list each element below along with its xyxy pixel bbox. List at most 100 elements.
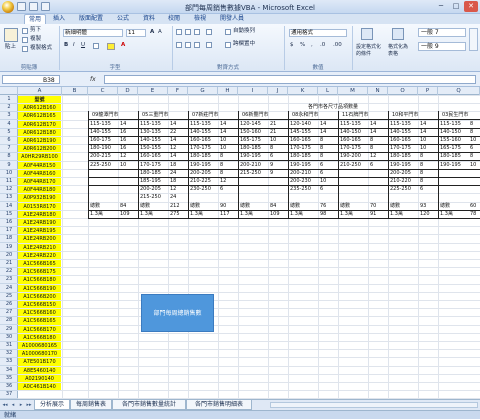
close-button[interactable]: ✕ — [464, 1, 478, 12]
size-range-cell[interactable]: 190-195 — [240, 152, 261, 160]
size-count-cell[interactable]: 8 — [220, 161, 223, 169]
size-range-cell[interactable]: 180-185 — [140, 169, 161, 177]
column-header[interactable]: A — [18, 87, 62, 95]
model-header-cell[interactable]: 型號 — [18, 96, 61, 104]
model-cell[interactable]: A0F44R8160 — [18, 169, 61, 177]
prev-sheet-button[interactable]: ◂ — [10, 402, 16, 408]
paste-icon[interactable] — [4, 28, 18, 42]
column-header[interactable]: G — [188, 87, 218, 95]
size-range-cell[interactable]: 200-205 — [390, 169, 411, 177]
model-cell[interactable]: A1E24RB190 — [18, 219, 61, 227]
model-cell[interactable]: A1C566B180 — [18, 333, 61, 341]
size-count-cell[interactable]: 8 — [320, 136, 323, 144]
size-count-cell[interactable]: 6 — [220, 185, 223, 193]
merge-center-button[interactable]: 跨欄置中 — [233, 41, 255, 48]
cut-button[interactable]: 剪下 — [30, 27, 41, 34]
column-header[interactable]: M — [338, 87, 368, 95]
size-range-cell[interactable]: 115-135 — [340, 120, 361, 128]
size-range-cell[interactable]: 115-135 — [190, 120, 211, 128]
size-count-cell[interactable]: 6 — [320, 169, 323, 177]
copy-button[interactable]: 複製 — [30, 36, 41, 43]
size-count-cell[interactable]: 12 — [370, 152, 376, 160]
model-cell[interactable]: A02190140 — [18, 374, 61, 382]
wrap-text-button[interactable]: 自動換列 — [233, 28, 255, 35]
model-cell[interactable]: A1C566B165 — [18, 260, 61, 268]
model-cell[interactable]: A1000680170 — [18, 350, 61, 358]
comma-icon[interactable]: , — [311, 42, 313, 49]
model-cell[interactable]: A0HR29RB100 — [18, 153, 61, 161]
size-count-cell[interactable]: 6 — [320, 185, 323, 193]
model-cell[interactable]: A0R612B190 — [18, 137, 61, 145]
column-header[interactable]: H — [218, 87, 238, 95]
size-count-cell[interactable]: 10 — [420, 144, 426, 152]
size-count-cell[interactable]: 14 — [220, 120, 226, 128]
horizontal-scrollbar[interactable] — [270, 402, 478, 408]
styles-scroll[interactable] — [469, 28, 478, 51]
column-header[interactable]: J — [268, 87, 288, 95]
model-cell[interactable]: A0C461B140 — [18, 383, 61, 391]
size-count-cell[interactable]: 8 — [420, 177, 423, 185]
size-range-cell[interactable]: 160-165 — [390, 136, 411, 144]
size-count-cell[interactable]: 14 — [220, 128, 226, 136]
size-range-cell[interactable]: 190-200 — [340, 152, 361, 160]
column-header[interactable]: E — [138, 87, 168, 95]
model-cell[interactable]: A7E501B170 — [18, 358, 61, 366]
grow-font-icon[interactable]: A — [150, 29, 154, 36]
size-count-cell[interactable]: 12 — [220, 177, 226, 185]
format-as-table-button[interactable]: 格式化為 表格 — [388, 44, 408, 58]
font-name-select[interactable]: 新細明體 — [63, 29, 123, 37]
number-format-select[interactable]: 通用格式 — [289, 29, 347, 37]
size-range-cell[interactable]: 225-250 — [390, 185, 411, 193]
size-range-cell[interactable]: 130-135 — [140, 128, 161, 136]
cell-style-normal9[interactable]: 一般 9 — [418, 42, 466, 51]
size-count-cell[interactable]: 8 — [470, 152, 473, 160]
last-sheet-button[interactable]: ▸▸ — [26, 402, 32, 408]
size-range-cell[interactable]: 165-175 — [440, 144, 461, 152]
size-count-cell[interactable]: 8 — [420, 161, 423, 169]
model-cell[interactable]: A0F44R8170 — [18, 178, 61, 186]
size-count-cell[interactable]: 16 — [120, 144, 126, 152]
model-cell[interactable]: A1E24RB200 — [18, 235, 61, 243]
size-range-cell[interactable]: 115-135 — [90, 120, 111, 128]
tab-developer[interactable]: 開發人員 — [215, 14, 249, 24]
model-cell[interactable]: A1000680165 — [18, 342, 61, 350]
size-range-cell[interactable]: 210-220 — [390, 177, 411, 185]
size-range-cell[interactable]: 180-185 — [390, 152, 411, 160]
size-range-cell[interactable]: 165-175 — [240, 136, 261, 144]
align-center-icon[interactable] — [185, 42, 191, 48]
size-count-cell[interactable]: 8 — [420, 152, 423, 160]
font-size-select[interactable]: 11 — [126, 29, 146, 37]
model-cell[interactable]: A0F44R8150 — [18, 161, 61, 169]
size-range-cell[interactable]: 150-160 — [240, 128, 261, 136]
size-range-cell[interactable]: 150-155 — [140, 144, 161, 152]
size-count-cell[interactable]: 14 — [370, 128, 376, 136]
model-cell[interactable]: A1C566B170 — [18, 325, 61, 333]
column-header[interactable]: O — [388, 87, 418, 95]
size-count-cell[interactable]: 10 — [120, 161, 126, 169]
column-header[interactable]: L — [318, 87, 338, 95]
size-range-cell[interactable]: 200-205 — [140, 185, 161, 193]
model-cell[interactable]: A1E24RB180 — [18, 210, 61, 218]
size-count-cell[interactable]: 8 — [370, 144, 373, 152]
size-range-cell[interactable]: 215-250 — [240, 169, 261, 177]
size-count-cell[interactable]: 10 — [420, 136, 426, 144]
size-count-cell[interactable]: 8 — [220, 152, 223, 160]
name-box[interactable]: B38 — [2, 75, 60, 84]
size-count-cell[interactable]: 14 — [320, 128, 326, 136]
size-range-cell[interactable]: 170-175 — [140, 161, 161, 169]
size-count-cell[interactable]: 22 — [170, 128, 176, 136]
sheet-tab-store-stats[interactable]: 各門市銷售數量統計 — [112, 400, 186, 410]
size-count-cell[interactable]: 8 — [320, 152, 323, 160]
size-count-cell[interactable]: 10 — [470, 161, 476, 169]
bold-icon[interactable]: B — [64, 42, 68, 49]
size-range-cell[interactable]: 180-190 — [90, 144, 111, 152]
size-count-cell[interactable]: 9 — [270, 169, 273, 177]
size-count-cell[interactable]: 8 — [370, 136, 373, 144]
size-range-cell[interactable]: 190-195 — [190, 161, 211, 169]
format-painter-button[interactable]: 複製格式 — [30, 45, 52, 52]
underline-icon[interactable]: U — [81, 42, 85, 49]
model-cell[interactable]: A0R612B180 — [18, 128, 61, 136]
size-range-cell[interactable]: 160-165 — [340, 136, 361, 144]
currency-icon[interactable]: $ — [290, 42, 294, 49]
column-header[interactable]: B — [62, 87, 88, 95]
